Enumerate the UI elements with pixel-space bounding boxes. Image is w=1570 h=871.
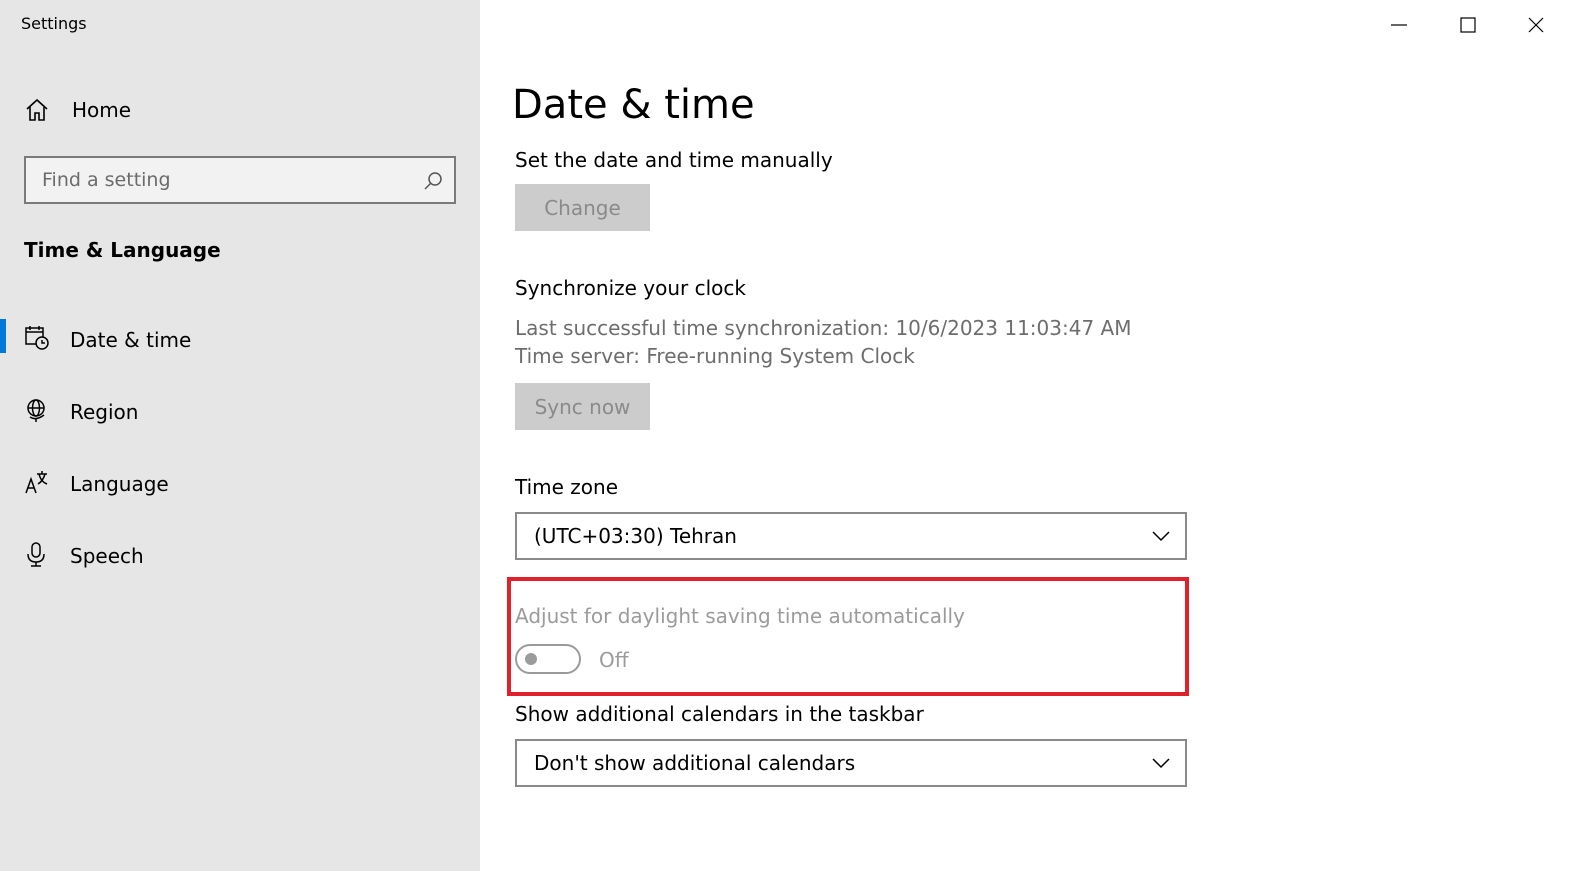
sidebar-item-language[interactable]: Language: [0, 461, 480, 507]
calendars-dropdown[interactable]: Don't show additional calendars: [515, 739, 1187, 787]
sidebar-item-label: Speech: [70, 544, 144, 568]
calendars-value: Don't show additional calendars: [534, 751, 856, 775]
highlight-box: [507, 577, 1189, 696]
sidebar-item-label: Region: [70, 400, 139, 424]
search-input[interactable]: [26, 158, 406, 202]
sidebar-item-region[interactable]: Region: [0, 389, 480, 435]
time-server-text: Time server: Free-running System Clock: [515, 344, 915, 368]
app-title: Settings: [21, 14, 87, 33]
last-sync-text: Last successful time synchronization: 10…: [515, 316, 1132, 340]
globe-icon: [27, 399, 45, 422]
sync-heading: Synchronize your clock: [515, 276, 746, 300]
microphone-icon: [27, 542, 45, 567]
sidebar-item-label: Date & time: [70, 328, 192, 352]
sync-now-button[interactable]: Sync now: [515, 383, 650, 430]
page-title: Date & time: [512, 82, 755, 128]
chevron-down-icon: [1152, 758, 1170, 769]
sidebar: Settings Home Time & Language Date & tim…: [0, 0, 480, 871]
section-title: Time & Language: [24, 238, 221, 262]
calendar-clock-icon: [25, 326, 49, 350]
search-box[interactable]: [24, 156, 456, 204]
selected-indicator: [0, 319, 6, 353]
home-label: Home: [72, 98, 132, 122]
sidebar-item-label: Language: [70, 472, 169, 496]
chevron-down-icon: [1152, 531, 1170, 542]
sidebar-item-speech[interactable]: Speech: [0, 533, 480, 579]
timezone-value: (UTC+03:30) Tehran: [534, 524, 737, 548]
home-nav-item[interactable]: Home: [24, 94, 131, 126]
set-manually-label: Set the date and time manually: [515, 148, 833, 172]
language-icon: [25, 471, 48, 494]
search-icon[interactable]: [422, 170, 444, 192]
sidebar-item-date-time[interactable]: Date & time: [0, 317, 480, 363]
main-content: Date & time Set the date and time manual…: [480, 0, 1570, 871]
change-button[interactable]: Change: [515, 184, 650, 231]
calendars-label: Show additional calendars in the taskbar: [515, 702, 924, 726]
timezone-dropdown[interactable]: (UTC+03:30) Tehran: [515, 512, 1187, 560]
timezone-label: Time zone: [515, 475, 619, 499]
home-icon: [26, 98, 48, 121]
